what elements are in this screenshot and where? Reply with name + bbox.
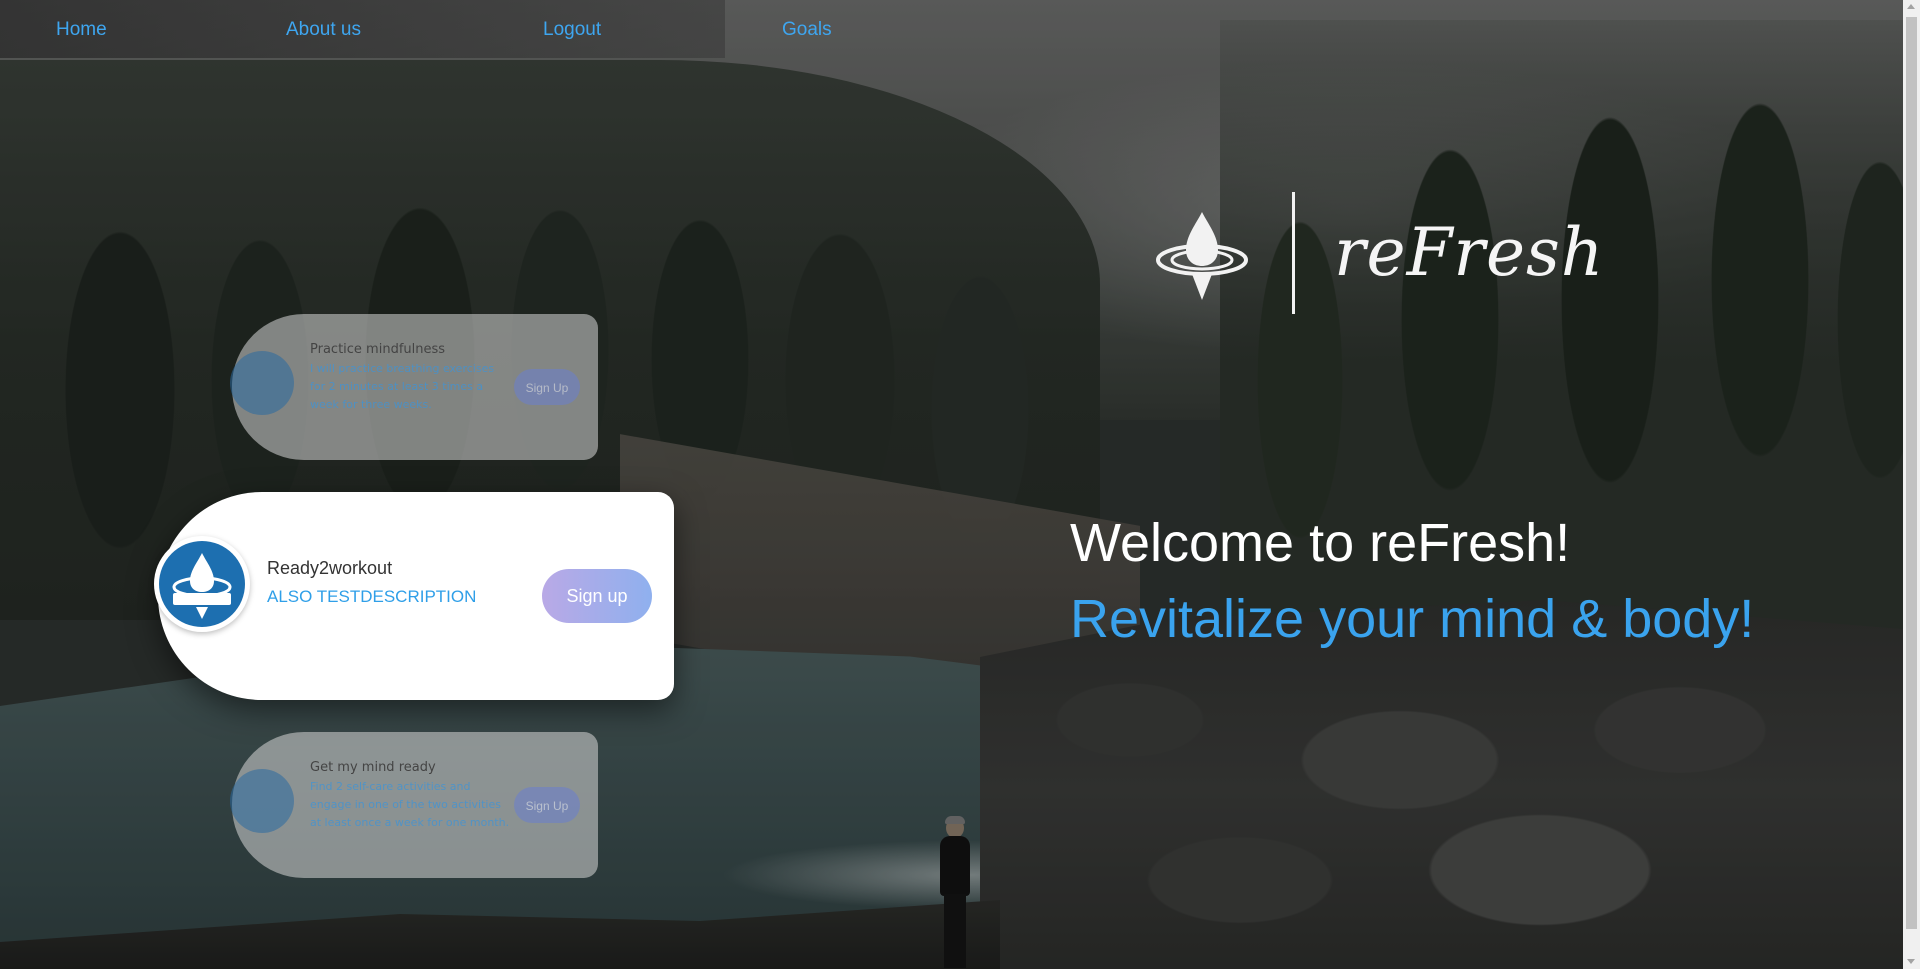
refresh-badge-icon [159, 541, 245, 627]
goal-avatar-logo [230, 351, 294, 415]
nav-about-link[interactable]: About us [286, 19, 361, 41]
goal-title: Practice mindfulness [310, 342, 446, 357]
goal-signup-button[interactable]: Sign Up [514, 369, 580, 405]
brand-logo: reFresh [1148, 192, 1603, 316]
goal-avatar-logo [230, 769, 294, 833]
vertical-scrollbar[interactable] [1903, 0, 1920, 969]
nav-home-link[interactable]: Home [56, 19, 107, 41]
brand-divider [1292, 192, 1295, 314]
welcome-heading: Welcome to reFresh! [1070, 513, 1571, 573]
nav-goals-link[interactable]: Goals [782, 19, 832, 41]
scroll-thumb[interactable] [1906, 17, 1917, 929]
scroll-up-arrow-icon[interactable] [1907, 4, 1915, 9]
brand-name: reFresh [1334, 214, 1605, 291]
goal-signup-button[interactable]: Sign Up [514, 787, 580, 823]
goal-title: Ready2workout [267, 558, 393, 578]
nav-logout-link[interactable]: Logout [543, 19, 601, 41]
goal-title: Get my mind ready [310, 760, 436, 775]
goal-signup-button[interactable]: Sign up [542, 569, 652, 623]
tagline-heading: Revitalize your mind & body! [1070, 589, 1755, 649]
goal-card: Practice mindfulness I will practice bre… [230, 314, 598, 460]
scroll-down-arrow-icon[interactable] [1907, 959, 1915, 964]
goal-card-active: Ready2workout ALSO TESTDESCRIPTION Sign … [154, 492, 674, 700]
goal-description: ALSO TESTDESCRIPTION [267, 587, 477, 606]
goal-description: Find 2 self-care activities and engage i… [310, 780, 510, 829]
goal-avatar-logo [154, 536, 250, 632]
goal-description: I will practice breathing exercises for … [310, 362, 495, 411]
top-nav: Home About us Logout Goals [0, 0, 832, 58]
goal-card: Get my mind ready Find 2 self-care activ… [230, 732, 598, 878]
water-drop-ripple-icon [1156, 212, 1248, 300]
